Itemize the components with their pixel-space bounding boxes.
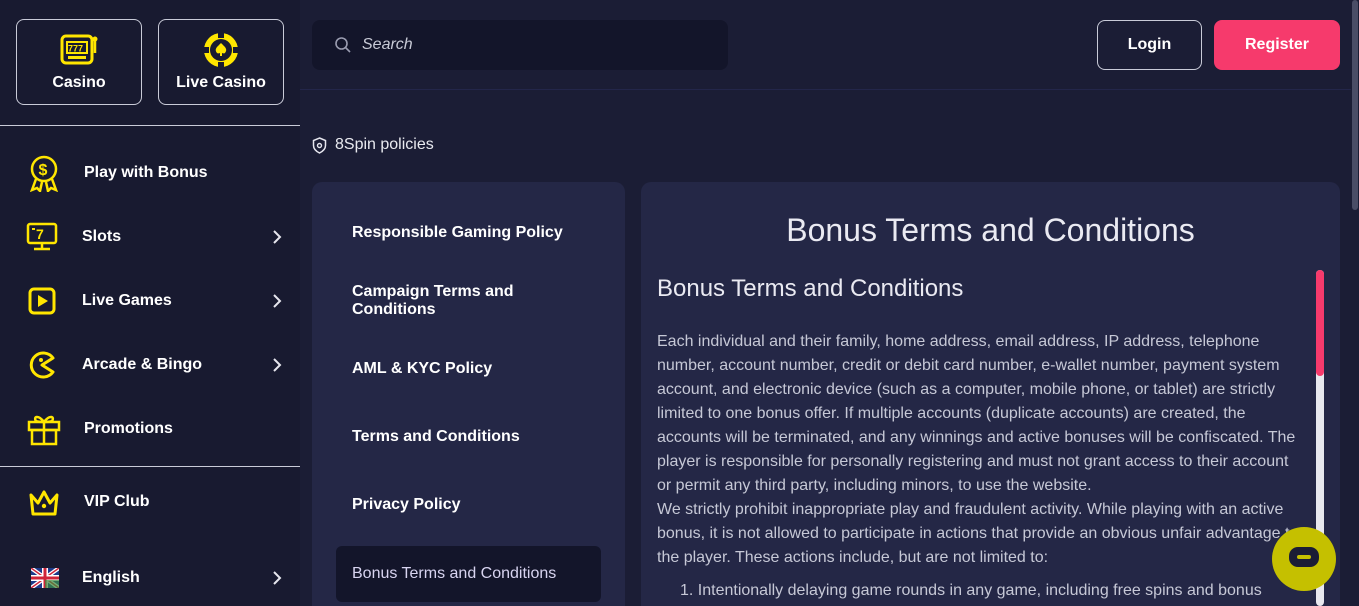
slots-icon: 7 xyxy=(24,219,60,255)
policy-item-terms[interactable]: Terms and Conditions xyxy=(336,409,601,465)
sidebar-item-live-games[interactable]: Live Games xyxy=(0,277,300,325)
breadcrumb-text: 8Spin policies xyxy=(335,136,434,153)
policy-item-responsible-gaming[interactable]: Responsible Gaming Policy xyxy=(336,205,601,261)
policy-item-bonus-terms[interactable]: Bonus Terms and Conditions xyxy=(336,546,601,602)
poker-chip-icon xyxy=(202,31,240,74)
paragraph: We strictly prohibit inappropriate play … xyxy=(657,501,1299,566)
sidebar-item-label: Slots xyxy=(82,228,122,245)
chevron-right-icon xyxy=(273,294,282,308)
language-label: English xyxy=(82,569,140,586)
page-scrollbar[interactable] xyxy=(1351,0,1359,606)
scrollbar-thumb[interactable] xyxy=(1316,270,1324,376)
language-selector[interactable]: English xyxy=(0,554,300,602)
policy-item-campaign-terms[interactable]: Campaign Terms and Conditions xyxy=(336,273,601,329)
chevron-right-icon xyxy=(273,230,282,244)
header-divider xyxy=(300,89,1351,90)
register-button[interactable]: Register xyxy=(1214,20,1340,70)
chevron-right-icon xyxy=(273,358,282,372)
sidebar: 777 Casino Live Casino $ Play with Bonus… xyxy=(0,0,300,606)
sidebar-item-arcade-bingo[interactable]: Arcade & Bingo xyxy=(0,341,300,389)
policy-item-privacy[interactable]: Privacy Policy xyxy=(336,477,601,533)
sidebar-divider xyxy=(0,125,300,126)
page-title: Bonus Terms and Conditions xyxy=(786,212,1195,248)
casino-label: Casino xyxy=(52,74,106,91)
top-tiles: 777 Casino Live Casino xyxy=(16,19,284,105)
crown-icon xyxy=(26,484,62,520)
chat-button[interactable] xyxy=(1272,527,1336,591)
casino-tile[interactable]: 777 Casino xyxy=(16,19,142,105)
slot-machine-icon: 777 xyxy=(59,31,99,72)
sidebar-item-slots[interactable]: 7 Slots xyxy=(0,213,300,261)
chat-icon xyxy=(1289,547,1319,567)
search-icon xyxy=(335,37,351,53)
policy-menu: Responsible Gaming Policy Campaign Terms… xyxy=(312,182,625,606)
policy-text: Each individual and their family, home a… xyxy=(657,330,1302,570)
sidebar-item-vip-club[interactable]: VIP Club xyxy=(0,478,300,526)
uk-flag-icon xyxy=(27,560,63,596)
gift-icon xyxy=(26,411,62,447)
live-casino-tile[interactable]: Live Casino xyxy=(158,19,284,105)
search-input[interactable] xyxy=(362,32,702,58)
pacman-icon xyxy=(24,347,60,383)
section-heading: Bonus Terms and Conditions xyxy=(657,275,964,302)
breadcrumb: 8Spin policies xyxy=(312,136,434,154)
sidebar-item-play-with-bonus[interactable]: $ Play with Bonus xyxy=(0,149,300,197)
policy-item-aml-kyc[interactable]: AML & KYC Policy xyxy=(336,341,601,397)
sidebar-item-label: Play with Bonus xyxy=(84,164,208,181)
paragraph: Each individual and their family, home a… xyxy=(657,333,1296,494)
list-item: 1. Intentionally delaying game rounds in… xyxy=(680,582,1262,599)
sidebar-item-promotions[interactable]: Promotions xyxy=(0,405,300,453)
page-scrollbar-thumb[interactable] xyxy=(1352,0,1358,210)
shield-icon xyxy=(312,136,327,154)
sidebar-divider xyxy=(0,466,300,467)
search-bar[interactable] xyxy=(312,20,728,70)
bonus-medal-icon: $ xyxy=(26,155,62,192)
sidebar-item-label: Arcade & Bingo xyxy=(82,356,203,373)
live-casino-label: Live Casino xyxy=(176,74,266,91)
chevron-right-icon xyxy=(273,571,282,585)
sidebar-item-label: Promotions xyxy=(84,420,173,437)
sidebar-item-label: VIP Club xyxy=(84,493,150,510)
login-button[interactable]: Login xyxy=(1097,20,1202,70)
svg-text:777: 777 xyxy=(68,44,83,54)
svg-text:$: $ xyxy=(39,162,48,179)
sidebar-item-label: Live Games xyxy=(82,292,172,309)
policy-content: Bonus Terms and Conditions Bonus Terms a… xyxy=(641,182,1340,606)
svg-text:7: 7 xyxy=(36,226,44,242)
play-icon xyxy=(24,283,60,319)
